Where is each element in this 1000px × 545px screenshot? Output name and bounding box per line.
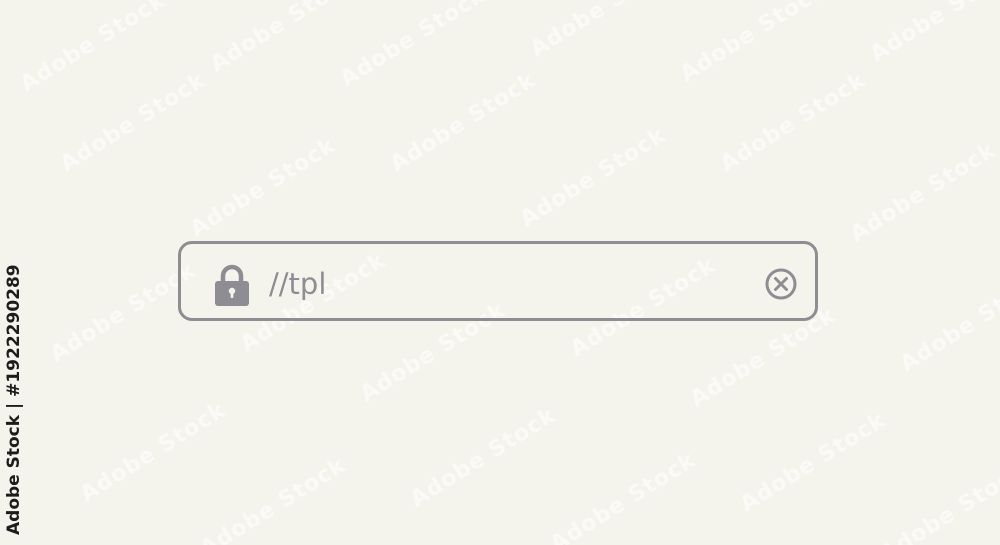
watermark-text: Adobe Stock [676, 0, 831, 88]
watermark-text: Adobe Stock [876, 457, 1000, 545]
lock-icon [214, 263, 250, 307]
url-input[interactable] [269, 266, 739, 302]
watermark-text: Adobe Stock [866, 0, 1000, 68]
clear-icon[interactable] [764, 267, 798, 301]
address-bar[interactable] [178, 241, 818, 321]
watermark-text: Adobe Stock [186, 132, 341, 243]
stock-credit: Adobe Stock | #1922290289 [2, 264, 42, 535]
watermark-text: Adobe Stock [716, 67, 871, 178]
watermark-text: Adobe Stock [56, 67, 211, 178]
watermark-text: Adobe Stock [896, 267, 1000, 378]
watermark-text: Adobe Stock [16, 0, 171, 98]
watermark-text: Adobe Stock [406, 402, 561, 513]
watermark-text: Adobe Stock [516, 122, 671, 233]
watermark-text: Adobe Stock [336, 0, 491, 93]
stock-credit-text: Adobe Stock | #1922290289 [4, 264, 24, 535]
watermark-text: Adobe Stock [526, 0, 681, 63]
watermark-text: Adobe Stock [386, 67, 541, 178]
watermark-text: Adobe Stock [736, 407, 891, 518]
watermark-text: Adobe Stock [846, 137, 1000, 248]
watermark-text: Adobe Stock [76, 397, 231, 508]
watermark-text: Adobe Stock [206, 0, 361, 78]
watermark-text: Adobe Stock [196, 452, 351, 545]
watermark-text: Adobe Stock [546, 447, 701, 545]
